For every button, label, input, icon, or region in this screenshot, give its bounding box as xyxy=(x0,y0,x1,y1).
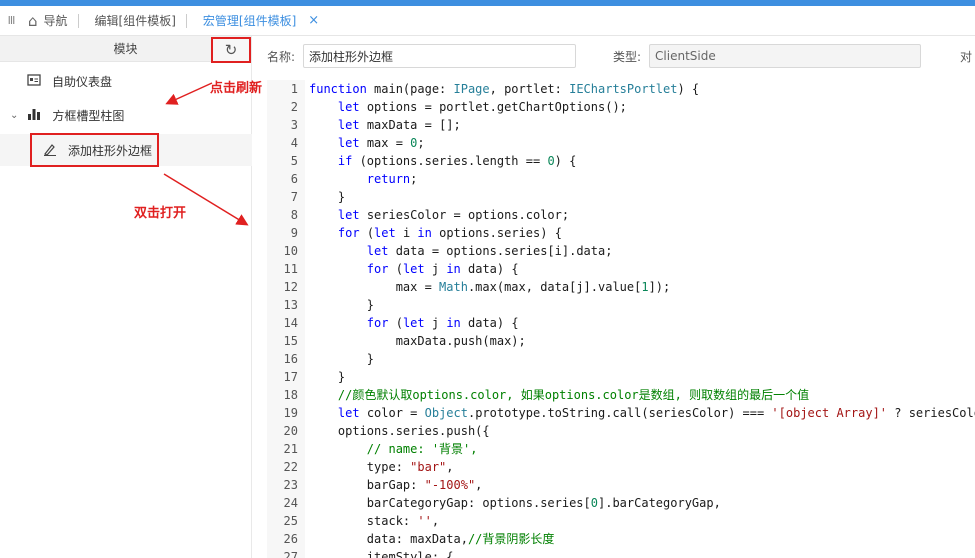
code-line[interactable]: 11 for (let j in data) { xyxy=(267,260,975,278)
line-number: 16 xyxy=(283,352,298,366)
code-lines: 1 function main(page: IPage, portlet: IEC… xyxy=(267,80,975,558)
code-line[interactable]: 2 let options = portlet.getChartOptions(… xyxy=(267,98,975,116)
code-text: barGap: "-100%", xyxy=(309,478,483,492)
code-text: barCategoryGap: options.series[0].barCat… xyxy=(309,496,721,510)
open-annotation: 双击打开 xyxy=(134,206,187,221)
code-text: let maxData = []; xyxy=(337,118,461,132)
code-text: data: maxData,//背景阴影长度 xyxy=(309,532,555,546)
line-number: 7 xyxy=(290,190,298,204)
code-text: for (let i in options.series) { xyxy=(337,226,562,240)
code-text: let data = options.series[i].data; xyxy=(366,244,613,258)
line-number: 4 xyxy=(290,136,298,150)
line-number: 24 xyxy=(283,496,298,510)
code-text: options.series.push({ xyxy=(309,424,490,438)
code-line[interactable]: 7 } xyxy=(267,188,975,206)
line-number: 25 xyxy=(283,514,298,528)
line-number: 13 xyxy=(283,298,298,312)
line-number: 26 xyxy=(283,532,298,546)
type-input[interactable] xyxy=(649,44,922,68)
code-text: // name: '背景', xyxy=(366,442,478,456)
code-text: for (let j in data) { xyxy=(366,262,519,276)
code-text: if (options.series.length == 0) { xyxy=(337,154,577,168)
code-editor[interactable]: 1 function main(page: IPage, portlet: IEC… xyxy=(267,80,975,558)
code-text: itemStyle: { xyxy=(309,550,454,558)
code-line[interactable]: 6 return; xyxy=(267,170,975,188)
line-number: 18 xyxy=(283,388,298,402)
line-number: 27 xyxy=(283,550,298,558)
code-line[interactable]: 15 maxData.push(max); xyxy=(267,332,975,350)
code-text: let color = Object.prototype.toString.ca… xyxy=(337,406,975,420)
code-line[interactable]: 26 data: maxData,//背景阴影长度 xyxy=(267,530,975,548)
code-line[interactable]: 8 let seriesColor = options.color; xyxy=(267,206,975,224)
line-number: 9 xyxy=(290,226,298,240)
line-number: 11 xyxy=(283,262,298,276)
type-row: 类型: xyxy=(613,44,922,68)
line-number: 14 xyxy=(283,316,298,330)
code-text: } xyxy=(309,190,346,204)
code-line[interactable]: 17 } xyxy=(267,368,975,386)
line-number: 8 xyxy=(290,208,298,222)
code-line[interactable]: 9 for (let i in options.series) { xyxy=(267,224,975,242)
refresh-annotation: 点击刷新 xyxy=(210,81,263,96)
code-text: let max = 0; xyxy=(337,136,425,150)
code-text: stack: '', xyxy=(309,514,440,528)
code-line[interactable]: 19 let color = Object.prototype.toString… xyxy=(267,404,975,422)
code-line[interactable]: 10 let data = options.series[i].data; xyxy=(267,242,975,260)
line-number: 22 xyxy=(283,460,298,474)
line-number: 20 xyxy=(283,424,298,438)
code-line[interactable]: 13 } xyxy=(267,296,975,314)
code-text: max = Math.max(max, data[j].value[1]); xyxy=(309,280,671,294)
name-row: 名称: xyxy=(267,44,577,68)
line-number: 12 xyxy=(283,280,298,294)
code-line[interactable]: 4 let max = 0; xyxy=(267,134,975,152)
code-text: } xyxy=(309,298,375,312)
line-number: 23 xyxy=(283,478,298,492)
line-number: 21 xyxy=(283,442,298,456)
code-text: maxData.push(max); xyxy=(309,334,526,348)
line-number: 3 xyxy=(290,118,298,132)
code-text: type: "bar", xyxy=(309,460,454,474)
other-label: 对 xyxy=(960,49,973,64)
line-number: 2 xyxy=(290,100,298,114)
code-line[interactable]: 22 type: "bar", xyxy=(267,458,975,476)
code-line[interactable]: 1 function main(page: IPage, portlet: IEC… xyxy=(267,80,975,98)
line-number: 6 xyxy=(290,172,298,186)
code-text: function main(page: IPage, portlet: IECh… xyxy=(309,82,700,96)
code-text: let options = portlet.getChartOptions(); xyxy=(337,100,627,114)
code-line[interactable]: 5 if (options.series.length == 0) { xyxy=(267,152,975,170)
code-line[interactable]: 18 //颜色默认取options.color, 如果options.color… xyxy=(267,386,975,404)
line-number: 17 xyxy=(283,370,298,384)
code-text: let seriesColor = options.color; xyxy=(337,208,570,222)
code-line[interactable]: 3 let maxData = []; xyxy=(267,116,975,134)
code-text: //颜色默认取options.color, 如果options.color是数组… xyxy=(337,388,810,402)
name-input[interactable] xyxy=(303,44,577,68)
code-line[interactable]: 14 for (let j in data) { xyxy=(267,314,975,332)
code-line[interactable]: 24 barCategoryGap: options.series[0].bar… xyxy=(267,494,975,512)
code-line[interactable]: 16 } xyxy=(267,350,975,368)
type-label: 类型: xyxy=(613,49,642,64)
code-text: for (let j in data) { xyxy=(366,316,519,330)
line-number: 15 xyxy=(283,334,298,348)
code-line[interactable]: 20 options.series.push({ xyxy=(267,422,975,440)
line-number: 19 xyxy=(283,406,298,420)
code-line[interactable]: 23 barGap: "-100%", xyxy=(267,476,975,494)
other-row: 对 xyxy=(960,44,972,68)
line-number: 1 xyxy=(290,82,298,96)
code-text: return; xyxy=(366,172,418,186)
code-line[interactable]: 27 itemStyle: { xyxy=(267,548,975,558)
name-label: 名称: xyxy=(267,49,296,64)
code-line[interactable]: 21 // name: '背景', xyxy=(267,440,975,458)
line-number: 5 xyxy=(290,154,298,168)
code-line[interactable]: 25 stack: '', xyxy=(267,512,975,530)
code-line[interactable]: 12 max = Math.max(max, data[j].value[1])… xyxy=(267,278,975,296)
code-text: } xyxy=(309,370,346,384)
line-number: 10 xyxy=(283,244,298,258)
code-text: } xyxy=(309,352,375,366)
